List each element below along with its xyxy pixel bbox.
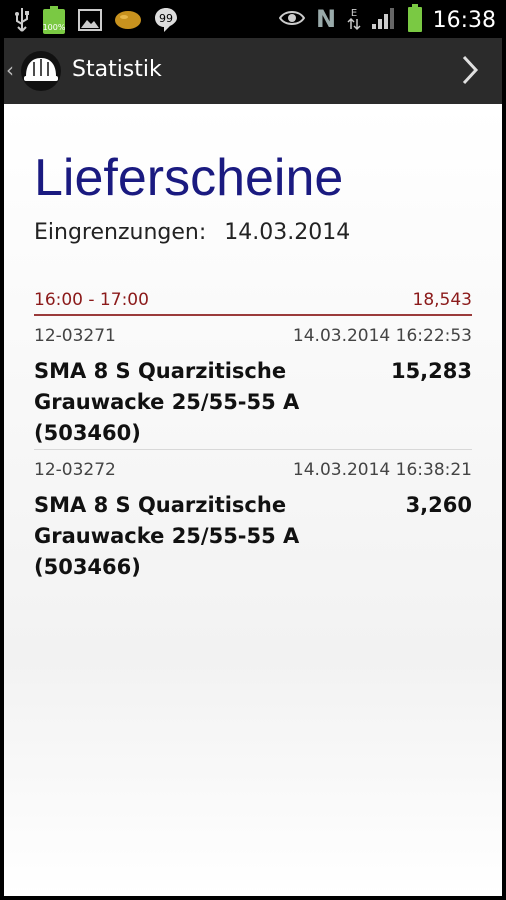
battery-icon [407,4,423,36]
system-icons: N E 16:38 [278,4,496,36]
status-bar: 100% 99 N E 16:38 [0,0,506,38]
group-time-range: 16:00 - 17:00 [34,290,149,310]
content-area: Lieferscheine Eingrenzungen: 14.03.2014 1… [4,104,502,896]
battery-app-icon: 100% [42,6,66,38]
filter-value: 14.03.2014 [224,220,351,245]
usb-icon [14,7,30,37]
chat-icon: 99 [154,7,178,37]
delivery-id: 12-03271 [34,326,116,346]
notification-icons: 100% 99 [14,6,178,38]
hard-hat-app-icon[interactable] [20,50,62,92]
action-bar-title: Statistik [72,57,162,82]
svg-text:99: 99 [159,12,173,25]
back-chevron-icon[interactable]: ‹ [6,58,14,82]
potato-icon [114,9,142,35]
delivery-description: SMA 8 S Quarzitische Grauwacke 25/55-55 … [34,493,300,579]
svg-text:100%: 100% [43,23,66,32]
data-icon: E [347,5,361,35]
clock: 16:38 [432,7,496,33]
group-total: 18,543 [412,290,472,310]
delivery-id: 12-03272 [34,460,116,480]
divider [34,449,472,450]
image-icon [78,9,102,35]
group-header: 16:00 - 17:00 18,543 [34,290,472,316]
svg-text:E: E [350,8,356,19]
eye-icon [278,9,305,31]
delivery-description: SMA 8 S Quarzitische Grauwacke 25/55-55 … [34,359,300,445]
delivery-timestamp: 14.03.2014 16:38:21 [292,460,472,480]
filter-label: Eingrenzungen: [34,220,207,245]
delivery-quantity: 3,260 [405,493,472,517]
list-item[interactable]: 12-03272 14.03.2014 16:38:21 SMA 8 S Qua… [34,460,472,580]
action-bar: ‹ Statistik [4,38,502,104]
svg-text:N: N [316,5,336,31]
page-title: Lieferscheine [34,149,344,207]
delivery-quantity: 15,283 [390,359,472,383]
delivery-timestamp: 14.03.2014 16:22:53 [292,326,472,346]
list-item[interactable]: 12-03271 14.03.2014 16:22:53 SMA 8 S Qua… [34,326,472,446]
next-chevron-icon[interactable] [460,54,480,86]
nfc-icon: N [315,5,337,35]
filter-row: Eingrenzungen: 14.03.2014 [34,220,350,245]
signal-icon [371,6,397,34]
